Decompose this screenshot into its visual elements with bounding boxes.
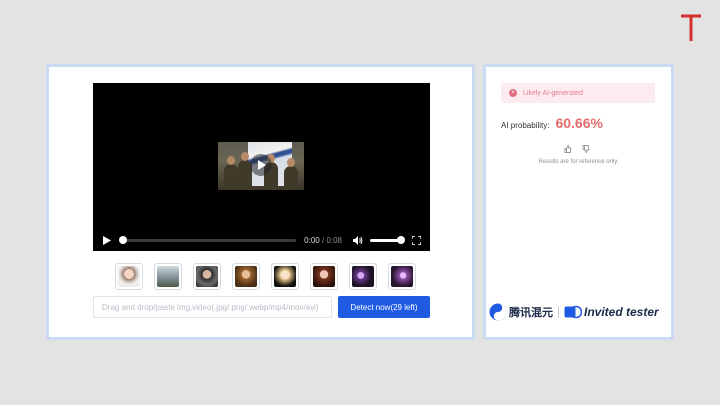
branding: 腾讯混元 Invited tester <box>489 302 671 322</box>
detect-button[interactable]: Detect now(29 left) <box>338 296 430 318</box>
play-icon <box>103 235 111 245</box>
figure-shape <box>224 156 238 190</box>
result-status-text: Likely AI-generated <box>523 89 583 97</box>
brand-divider <box>558 306 559 318</box>
upload-panel: 0:00 / 0:08 Drag and drop/paste img,vide… <box>46 64 475 340</box>
upload-row: Drag and drop/paste img,video(.jpg/.png/… <box>93 296 430 318</box>
probability-row: AI probability: 60.66% <box>501 115 603 131</box>
fullscreen-icon <box>411 235 421 245</box>
thumbnail-image <box>391 266 413 287</box>
result-status-banner: × Likely AI-generated <box>501 83 655 103</box>
brand-name: 腾讯混元 <box>509 307 553 319</box>
volume-button[interactable] <box>352 234 364 246</box>
play-button[interactable] <box>101 234 113 246</box>
time-display: 0:00 / 0:08 <box>304 236 342 245</box>
sample-thumbnails <box>115 263 416 290</box>
invited-tester-icon <box>564 305 582 319</box>
result-panel: × Likely AI-generated AI probability: 60… <box>483 64 674 340</box>
thumbnail-image <box>313 266 335 287</box>
sample-thumbnail[interactable] <box>193 263 221 290</box>
disclaimer-text: Results are for reference only. <box>538 159 619 165</box>
thumbs-up-icon[interactable] <box>564 145 572 153</box>
play-icon <box>257 160 266 170</box>
probability-value: 60.66% <box>555 115 603 131</box>
thumbs-down-icon[interactable] <box>582 145 590 153</box>
alert-icon: × <box>509 89 517 97</box>
video-frame <box>218 142 304 190</box>
hunyuan-logo-icon <box>489 303 507 321</box>
duration: / 0:08 <box>321 235 342 245</box>
fullscreen-button[interactable] <box>410 234 422 246</box>
current-time: 0:00 <box>304 235 320 245</box>
sample-thumbnail[interactable] <box>232 263 260 290</box>
sample-thumbnail[interactable] <box>154 263 182 290</box>
feedback-buttons <box>564 145 590 153</box>
sample-thumbnail[interactable] <box>271 263 299 290</box>
thumbnail-image <box>352 266 374 287</box>
thumbnail-image <box>274 266 296 287</box>
thumbnail-image <box>157 266 179 287</box>
drop-zone-input[interactable]: Drag and drop/paste img,video(.jpg/.png/… <box>93 296 332 318</box>
sample-thumbnail[interactable] <box>349 263 377 290</box>
center-play-button[interactable] <box>250 154 272 176</box>
invited-tester-label: Invited tester <box>584 305 659 319</box>
thumbnail-image <box>235 266 257 287</box>
sample-thumbnail[interactable] <box>310 263 338 290</box>
corner-logo-icon <box>681 14 701 41</box>
sample-thumbnail[interactable] <box>388 263 416 290</box>
thumbnail-image <box>118 266 140 287</box>
thumbnail-image <box>196 266 218 287</box>
progress-handle[interactable] <box>119 235 127 244</box>
sample-thumbnail[interactable] <box>115 263 143 290</box>
volume-slider[interactable] <box>370 235 405 244</box>
video-controls: 0:00 / 0:08 <box>93 229 430 251</box>
volume-handle[interactable] <box>397 235 405 244</box>
progress-bar[interactable] <box>119 235 297 244</box>
probability-label: AI probability: <box>501 121 550 130</box>
figure-shape <box>284 158 298 190</box>
video-player[interactable]: 0:00 / 0:08 <box>93 83 430 251</box>
speaker-icon <box>353 235 363 245</box>
